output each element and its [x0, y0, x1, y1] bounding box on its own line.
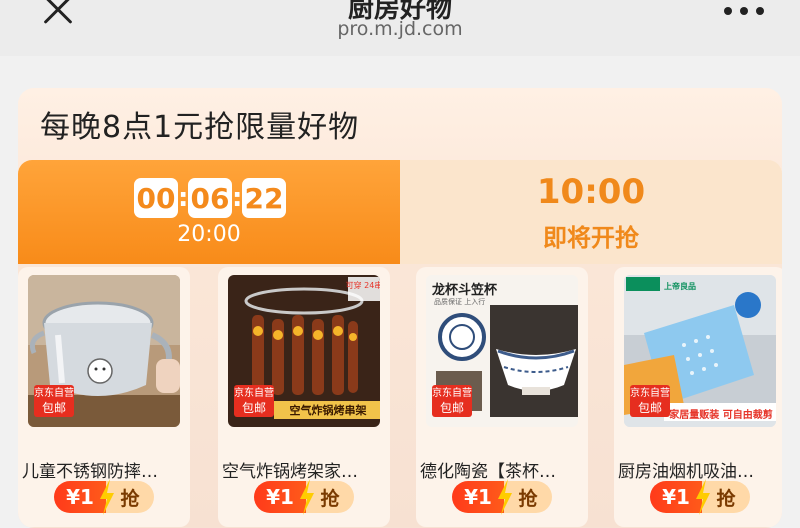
- countdown-seconds: 22: [242, 178, 286, 218]
- badge-line2: 包邮: [41, 401, 66, 415]
- buy-button[interactable]: ¥1 抢: [254, 479, 354, 515]
- badge-line1: 京东自营: [34, 388, 74, 399]
- lightning-icon: [498, 479, 512, 515]
- product-image: 京东自营 包邮: [28, 275, 180, 427]
- buy-button[interactable]: ¥1 抢: [452, 479, 552, 515]
- product-image: 龙杯斗笠杯 品质保证 上入行 京东自营 包邮: [426, 275, 578, 427]
- buy-button[interactable]: ¥1 抢: [54, 479, 154, 515]
- more-dot: [740, 7, 748, 15]
- countdown-hours: 00: [134, 178, 178, 218]
- product-list: 京东自营 包邮 儿童不锈钢防摔… ¥1 抢 可穿 24串 空气炸锅烤串架 京东自…: [18, 264, 782, 528]
- product-image: 可穿 24串 空气炸锅烤串架 京东自营 包邮: [228, 275, 380, 427]
- jd-self-operated-badge: 京东自营 包邮: [234, 385, 274, 417]
- badge-line1: 京东自营: [234, 388, 274, 399]
- badge-line1: 京东自营: [432, 388, 472, 399]
- countdown-separator: :: [178, 183, 189, 213]
- session-time: 20:00: [177, 222, 241, 247]
- product-card[interactable]: 可穿 24串 空气炸锅烤串架 京东自营 包邮 空气炸锅烤架家… ¥1 抢: [218, 267, 390, 527]
- jd-self-operated-badge: 京东自营 包邮: [34, 385, 74, 417]
- corner-text: 上帝良品: [664, 282, 696, 291]
- countdown-minutes: 06: [188, 178, 232, 218]
- countdown-timer: 00 : 06 : 22: [134, 178, 286, 218]
- lightning-icon: [100, 479, 114, 515]
- product-card[interactable]: 龙杯斗笠杯 品质保证 上入行 京东自营 包邮 德化陶瓷【茶杯… ¥1 抢: [416, 267, 588, 527]
- product-card[interactable]: 上帝良品 家居量贩装 可自由裁剪 京东自营 包邮 厨房油烟机吸油… ¥1 抢: [614, 267, 782, 527]
- product-card[interactable]: 京东自营 包邮 儿童不锈钢防摔… ¥1 抢: [18, 267, 190, 527]
- buy-button[interactable]: ¥1 抢: [650, 479, 750, 515]
- more-dot: [724, 7, 732, 15]
- page-url: pro.m.jd.com: [337, 18, 463, 40]
- badge-line1: 京东自营: [630, 388, 670, 399]
- image-text: 空气炸锅烤串架: [289, 404, 367, 417]
- lightning-icon: [696, 479, 710, 515]
- countdown-separator: :: [232, 183, 243, 213]
- jd-self-operated-badge: 京东自营 包邮: [432, 385, 472, 417]
- badge-line2: 包邮: [637, 401, 662, 415]
- session-status: 即将开抢: [543, 224, 639, 252]
- jd-self-operated-badge: 京东自营 包邮: [630, 385, 670, 417]
- badge-line2: 包邮: [439, 401, 464, 415]
- flash-sale-card: 每晚8点1元抢限量好物 00 : 06 : 22 20:00 10:00 即将开…: [18, 88, 782, 528]
- more-dot: [756, 7, 764, 15]
- tab-next-session[interactable]: 10:00 即将开抢: [400, 160, 782, 264]
- more-icon[interactable]: [722, 4, 766, 16]
- badge-line2: 包邮: [241, 401, 266, 415]
- image-text: 家居量贩装 可自由裁剪: [669, 410, 773, 421]
- product-image: 上帝良品 家居量贩装 可自由裁剪 京东自营 包邮: [624, 275, 776, 427]
- top-bar: 厨房好物 pro.m.jd.com: [0, 0, 800, 56]
- flash-sale-headline: 每晚8点1元抢限量好物: [40, 110, 360, 145]
- session-time: 10:00: [536, 172, 646, 212]
- lightning-icon: [300, 479, 314, 515]
- corner-text: 可穿 24串: [346, 280, 380, 290]
- tab-current-session[interactable]: 00 : 06 : 22 20:00: [18, 160, 400, 264]
